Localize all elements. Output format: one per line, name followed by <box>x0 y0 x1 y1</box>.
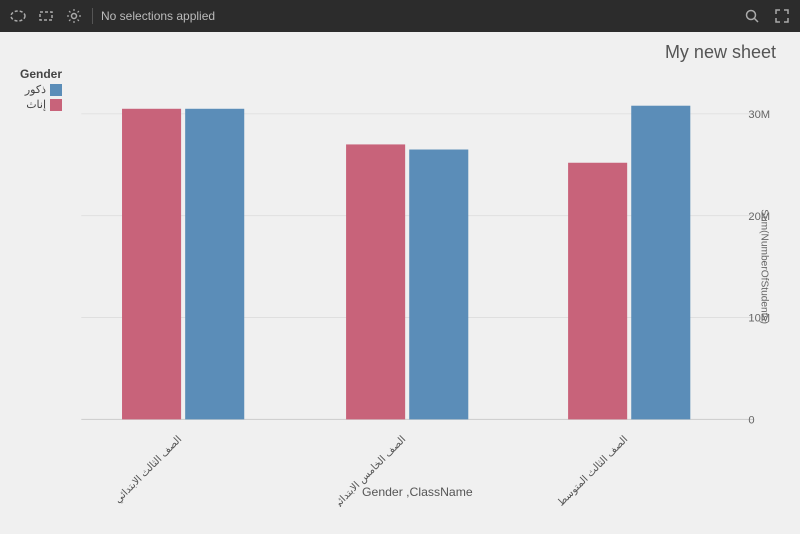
bar-cat2-female <box>346 144 405 419</box>
settings-icon[interactable] <box>64 6 84 26</box>
svg-text:Gender ,ClassName: Gender ,ClassName <box>362 485 473 499</box>
main-content: My new sheet Gender ذكور إناث <box>0 32 800 534</box>
svg-text:الصف الثالث المتوسط: الصف الثالث المتوسط <box>556 434 631 507</box>
chart-svg: 0 10M 20M 30M Sum(NumberOfStudents) <box>10 67 784 507</box>
toolbar-status: No selections applied <box>101 9 734 23</box>
chart-svg-wrapper: 0 10M 20M 30M Sum(NumberOfStudents) <box>10 67 784 507</box>
chart-area: Gender ذكور إناث <box>10 67 784 507</box>
svg-text:0: 0 <box>748 414 754 426</box>
svg-text:30M: 30M <box>748 109 770 121</box>
svg-text:Sum(NumberOfStudents): Sum(NumberOfStudents) <box>759 209 770 324</box>
toolbar-right <box>742 6 792 26</box>
lasso-icon[interactable] <box>8 6 28 26</box>
rectangle-select-icon[interactable] <box>36 6 56 26</box>
bar-cat3-female <box>568 163 627 420</box>
toolbar: No selections applied <box>0 0 800 32</box>
sheet-title: My new sheet <box>10 42 784 63</box>
fullscreen-icon[interactable] <box>772 6 792 26</box>
toolbar-divider <box>92 8 93 24</box>
search-icon[interactable] <box>742 6 762 26</box>
bar-cat2-male <box>409 150 468 420</box>
bar-cat1-male <box>185 109 244 420</box>
svg-text:الصف الثالث الابتدائي: الصف الثالث الابتدائي <box>113 434 185 506</box>
bar-cat3-male <box>631 106 690 420</box>
bar-cat1-female <box>122 109 181 420</box>
